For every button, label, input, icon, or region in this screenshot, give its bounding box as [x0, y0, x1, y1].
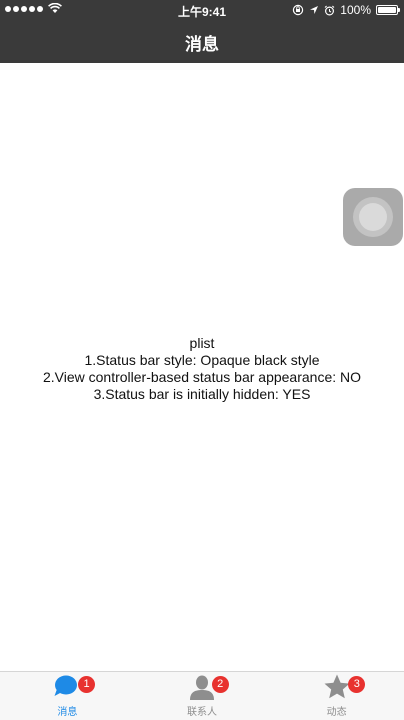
chat-bubble-icon	[53, 673, 81, 701]
info-line: 2.View controller-based status bar appea…	[42, 369, 362, 385]
info-line-title: plist	[189, 335, 215, 351]
star-icon	[323, 673, 351, 701]
tab-bar: 1 消息 2 联系人 3 动态	[0, 671, 404, 720]
tab-badge: 3	[348, 676, 366, 693]
battery-fill	[378, 7, 396, 13]
info-text: plist 1.Status bar style: Opaque black s…	[0, 335, 404, 403]
orientation-lock-icon	[293, 4, 304, 16]
tab-contacts[interactable]: 2 联系人	[135, 672, 270, 720]
alarm-clock-icon	[324, 5, 335, 16]
battery-icon	[376, 5, 400, 15]
tab-label: 联系人	[187, 707, 217, 718]
tab-moments[interactable]: 3 动态	[269, 672, 404, 720]
tab-badge: 1	[78, 676, 95, 693]
tab-label: 消息	[57, 707, 78, 718]
tab-label: 动态	[326, 707, 347, 718]
assistive-touch-button[interactable]	[343, 188, 403, 246]
battery-percent: 100%	[340, 3, 371, 17]
status-bar: 上午9:41 100%	[0, 0, 404, 21]
tab-badge: 2	[211, 676, 229, 693]
info-line: 1.Status bar style: Opaque black style	[84, 352, 320, 368]
page-title: 消息	[185, 34, 219, 54]
screen: 上午9:41 100% 消息 plist 1.Status bar style:…	[0, 0, 404, 720]
location-arrow-icon	[310, 6, 319, 14]
main-content: plist 1.Status bar style: Opaque black s…	[0, 63, 404, 671]
info-line: 3.Status bar is initially hidden: YES	[93, 386, 311, 402]
navigation-bar: 消息	[0, 21, 404, 63]
tab-messages[interactable]: 1 消息	[0, 672, 135, 720]
status-right: 100%	[292, 3, 400, 17]
